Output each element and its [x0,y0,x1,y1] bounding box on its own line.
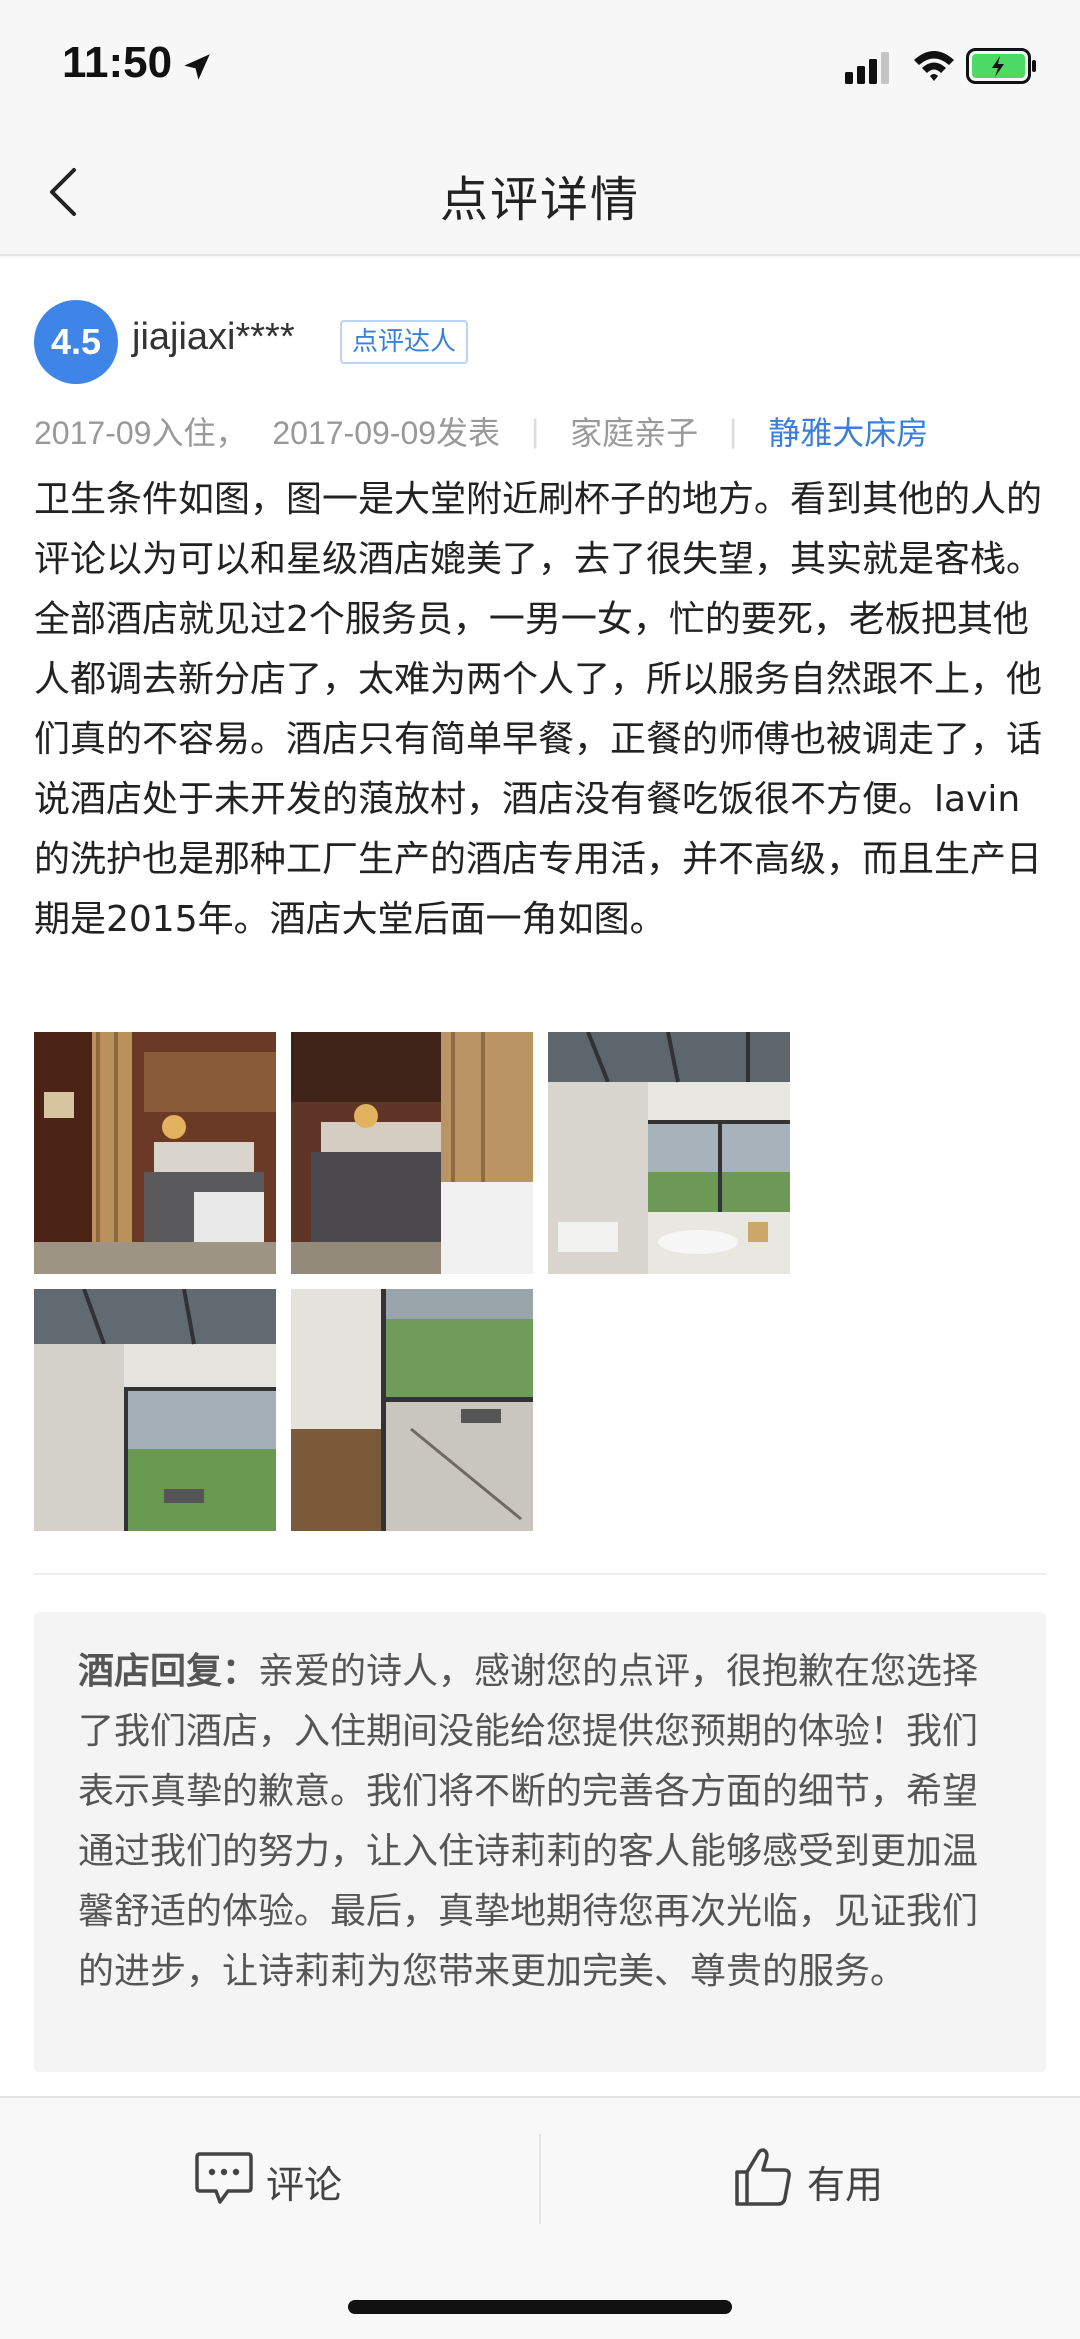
thumbs-up-icon [735,2148,791,2206]
hotel-reply-body: 亲爱的诗人，感谢您的点评，很抱歉在您选择了我们酒店，入住期间没能给您提供您预期的… [78,1651,979,1992]
comment-label: 评论 [266,2163,343,2207]
status-time: 11:50 [62,38,173,87]
hotel-reply-label: 酒店回复： [78,1651,259,1692]
hotel-reply-text: 酒店回复：亲爱的诗人，感谢您的点评，很抱歉在您选择了我们酒店，入住期间没能给您提… [78,1642,1002,2002]
review-photo[interactable] [34,1289,276,1531]
hotel-reply: 酒店回复：亲爱的诗人，感谢您的点评，很抱歉在您选择了我们酒店，入住期间没能给您提… [34,1612,1046,2072]
trip-type: 家庭亲子 [570,415,699,451]
useful-label: 有用 [807,2163,884,2207]
battery-icon [966,48,1036,84]
review-photo[interactable] [548,1032,790,1274]
comment-button[interactable]: 评论 [194,2146,454,2216]
cellular-signal-icon [845,52,889,84]
checkin-date: 2017-09入住， [34,415,248,451]
reviewer-name[interactable]: jiajiaxi**** [132,316,295,359]
page-title: 点评详情 [439,172,640,228]
publish-date: 2017-09-09发表 [272,415,501,451]
room-type-link[interactable]: 静雅大床房 [768,408,928,454]
location-arrow-icon [184,54,210,80]
review-photo[interactable] [34,1032,276,1274]
review-score-badge: 4.5 [34,300,118,384]
status-bar: 11:50 [0,0,1080,130]
review-photo[interactable] [291,1032,533,1274]
review-body: 卫生条件如图，图一是大堂附近刷杯子的地方。看到其他的人的评论以为可以和星级酒店媲… [34,479,1043,940]
navigation-bar: 点评详情 [0,130,1080,256]
review-meta: 2017-09入住， 2017-09-09发表 | 家庭亲子 | 静雅大床房 [34,408,928,458]
reviewer-level-badge: 点评达人 [340,320,469,364]
meta-separator: | [729,412,738,449]
wifi-icon [914,51,954,81]
review-photo[interactable] [291,1289,533,1531]
review-detail: 4.5 jiajiaxi**** 点评达人 2017-09入住， 2017-09… [0,258,1080,2096]
home-indicator [348,2300,732,2314]
useful-button[interactable]: 有用 [733,2146,993,2216]
meta-separator: | [530,412,540,449]
comment-icon [195,2152,253,2204]
action-divider [539,2134,541,2224]
section-divider [34,1573,1046,1575]
